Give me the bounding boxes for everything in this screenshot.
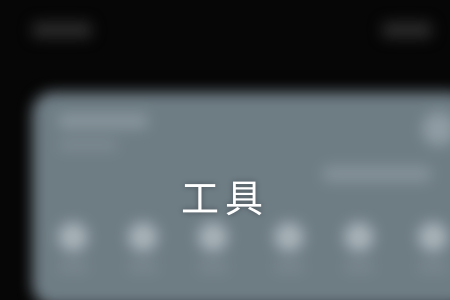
tool-slot-label: [418, 262, 448, 272]
card-title-placeholder: [58, 114, 148, 128]
tool-slot-icon: [58, 222, 88, 252]
status-bar-indicators-placeholder: [382, 22, 432, 38]
tool-slot-icon: [418, 222, 448, 252]
status-bar-time-placeholder: [32, 22, 92, 38]
tool-slot-icon: [198, 222, 228, 252]
tool-slot-icon: [128, 222, 158, 252]
blurred-background: [0, 0, 450, 300]
tool-slot-label: [274, 262, 304, 272]
section-title-tools: 工具: [180, 177, 269, 221]
tool-icon-row: [52, 222, 450, 272]
tool-slot-icon: [344, 222, 374, 252]
tool-slot-label: [344, 262, 374, 272]
tool-slot-icon: [274, 222, 304, 252]
tool-slot-label: [198, 262, 228, 272]
card-subtitle-placeholder: [58, 140, 118, 150]
tool-slot-label: [128, 262, 158, 272]
tool-slot-label: [58, 262, 88, 272]
card-action-icon: [422, 112, 450, 146]
blurred-screen: 工具: [0, 0, 450, 300]
